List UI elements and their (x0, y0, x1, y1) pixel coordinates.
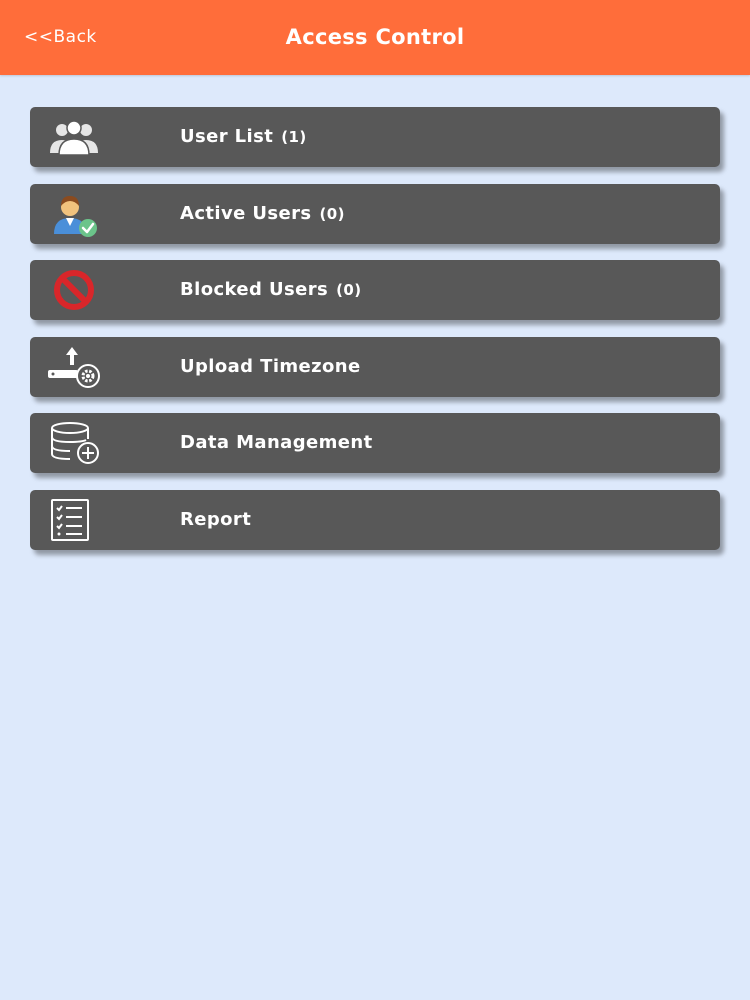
menu-item-count: (0) (336, 281, 362, 299)
users-group-icon (42, 113, 106, 161)
report-checklist-icon (42, 496, 106, 544)
active-user-icon (42, 190, 106, 238)
menu-item-text: Data Management (180, 432, 373, 453)
menu-item-text: Active Users (180, 202, 312, 224)
blocked-icon (42, 266, 106, 314)
menu-item-text: User List (180, 126, 274, 147)
page-title: Access Control (285, 25, 465, 49)
menu-item-label: User List (1) (180, 126, 307, 147)
menu-item-text: Upload Timezone (180, 355, 361, 377)
menu-item-user-list[interactable]: User List (1) (30, 107, 720, 167)
menu-item-active-users[interactable]: Active Users (0) (30, 183, 720, 244)
upload-timezone-icon (42, 343, 106, 391)
menu-item-label: Blocked Users (0) (180, 279, 361, 300)
app-header: <<Back Access Control (0, 0, 750, 75)
database-add-icon (42, 419, 106, 467)
menu-item-report[interactable]: Report (30, 489, 720, 550)
menu-item-label: Upload Timezone (180, 356, 361, 377)
menu-item-count: (0) (319, 204, 345, 223)
menu-item-label: Data Management (180, 432, 373, 453)
menu-item-data-management[interactable]: Data Management (30, 413, 720, 473)
menu-item-blocked-users[interactable]: Blocked Users (0) (30, 260, 720, 320)
menu-item-upload-timezone[interactable]: Upload Timezone (30, 336, 720, 397)
menu-item-count: (1) (281, 128, 307, 146)
access-control-menu: User List (1) Active Users (0) Blocked U… (30, 107, 720, 566)
menu-item-label: Report (180, 509, 251, 530)
menu-item-text: Blocked Users (180, 279, 329, 300)
menu-item-label: Active Users (0) (180, 203, 345, 224)
menu-item-text: Report (180, 508, 252, 530)
